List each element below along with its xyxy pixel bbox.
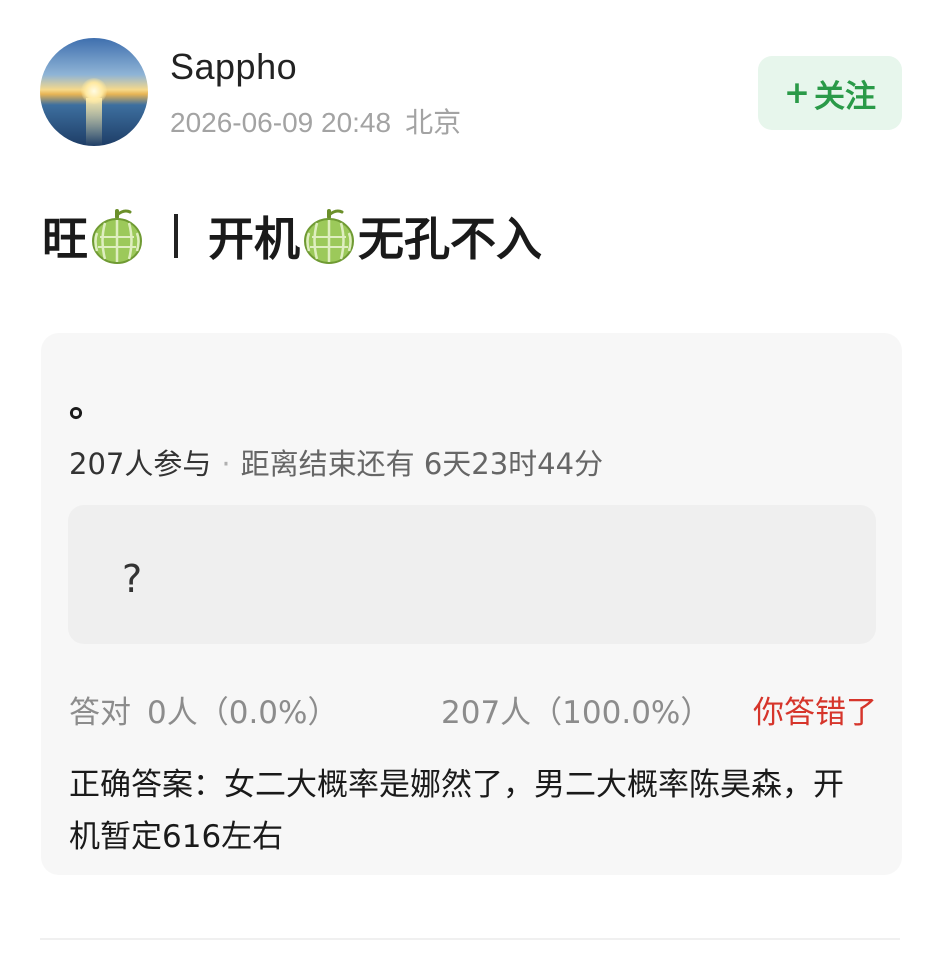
time-left-value: 6天23时44分 [423,447,604,481]
option-label: ? [122,557,143,601]
follow-label: 关注 [813,78,876,115]
post-title: 旺 开机 无孔不入 [42,204,542,268]
follow-button[interactable]: + 关注 [758,56,902,130]
participant-count: 207人参与 [69,447,212,481]
post-location: 北京 [405,107,462,138]
quiz-question: 。 [69,384,106,425]
username[interactable]: Sappho [170,46,297,88]
divider [40,938,900,940]
melon-emoji-icon [90,207,144,265]
avatar-sun-reflection [86,98,102,146]
avatar[interactable] [40,38,148,146]
post-timestamp: 2026-06-09 20:48 [170,107,392,138]
correct-count: 0人（0.0%） [147,695,339,731]
melon-emoji-icon [302,207,356,265]
correct-label: 答对 [69,695,131,731]
wrong-stat: 207人（100.0%） [441,695,712,731]
quiz-info: 207人参与 · 距离结束还有 6天23时44分 [69,441,603,483]
quiz-card: 。 207人参与 · 距离结束还有 6天23时44分 ? 答对 0人（0.0%） 20… [41,333,902,875]
title-text-1: 旺 [42,212,88,266]
title-text-3: 无孔不入 [358,212,542,266]
separator-dot: · [221,447,231,481]
post-meta: 2026-06-09 20:48 北京 [170,101,461,141]
title-separator [174,214,178,258]
title-text-2: 开机 [208,212,300,266]
plus-icon: + [784,75,810,111]
verdict-text: 你答错了 [753,695,877,731]
correct-stat: 答对 0人（0.0%） [69,687,338,732]
time-left-label: 距离结束还有 [240,447,415,481]
correct-answer-text: 正确答案：女二大概率是娜然了，男二大概率陈昊森，开机暂定616左右 [69,767,844,855]
quiz-option[interactable]: ? [68,505,876,644]
